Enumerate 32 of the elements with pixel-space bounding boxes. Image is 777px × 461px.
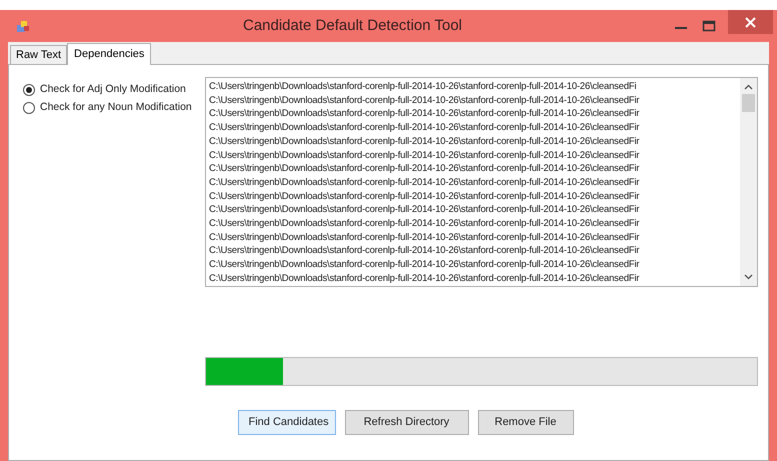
radio-button[interactable] xyxy=(23,102,35,114)
file-path-item[interactable]: C:\Users\tringenb\Downloads\stanford-corenlp-full-2014-10-26\stanford-corenlp-full-2014-10-26\cleansedFir xyxy=(209,121,740,135)
tab[interactable]: Raw Text xyxy=(10,45,68,64)
scrollbar[interactable] xyxy=(740,78,757,286)
tab[interactable]: Dependencies xyxy=(67,43,152,65)
action-button[interactable]: Find Candidates xyxy=(238,410,336,435)
file-path-item[interactable]: C:\Users\tringenb\Downloads\stanford-corenlp-full-2014-10-26\stanford-corenlp-full-2014-10-26\cleansedFi xyxy=(209,80,740,94)
file-path-item[interactable]: C:\Users\tringenb\Downloads\stanford-corenlp-full-2014-10-26\stanford-corenlp-full-2014-10-26\cleansedFir xyxy=(209,190,740,204)
file-path-item[interactable]: C:\Users\tringenb\Downloads\stanford-corenlp-full-2014-10-26\stanford-corenlp-full-2014-10-26\cleansedFir xyxy=(209,272,740,286)
file-path-item[interactable]: C:\Users\tringenb\Downloads\stanford-corenlp-full-2014-10-26\stanford-corenlp-full-2014-10-26\cleansedFir xyxy=(209,134,740,149)
file-path-item[interactable]: C:\Users\tringenb\Downloads\stanford-corenlp-full-2014-10-26\stanford-corenlp-full-2014-10-26\cleansedFir xyxy=(209,176,740,190)
action-button[interactable]: Refresh Directory xyxy=(344,410,468,435)
scroll-thumb[interactable] xyxy=(742,94,755,112)
file-path-item[interactable]: C:\Users\tringenb\Downloads\stanford-corenlp-full-2014-10-26\stanford-corenlp-full-2014-10-26\cleansedFir xyxy=(209,94,740,108)
file-path-item[interactable]: C:\Users\tringenb\Downloads\stanford-corenlp-full-2014-10-26\stanford-corenlp-full-2014-10-26\cleansedFir xyxy=(209,244,740,258)
file-path-item[interactable]: C:\Users\tringenb\Downloads\stanford-corenlp-full-2014-10-26\stanford-corenlp-full-2014-10-26\cleansedFir xyxy=(209,162,740,176)
file-path-item[interactable]: C:\Users\tringenb\Downloads\stanford-corenlp-full-2014-10-26\stanford-corenlp-full-2014-10-26\cleansedFir xyxy=(209,258,740,272)
file-path-item[interactable]: C:\Users\tringenb\Downloads\stanford-corenlp-full-2014-10-26\stanford-corenlp-full-2014-10-26\cleansedFir xyxy=(209,107,740,122)
scroll-up-icon[interactable] xyxy=(744,83,753,91)
app-icon xyxy=(15,18,31,34)
close-icon[interactable] xyxy=(728,10,773,34)
file-path-item[interactable]: C:\Users\tringenb\Downloads\stanford-corenlp-full-2014-10-26\stanford-corenlp-full-2014-10-26\cleansedFir xyxy=(209,217,740,231)
window-title: Candidate Default Detection Tool xyxy=(242,16,464,36)
file-path-item[interactable]: C:\Users\tringenb\Downloads\stanford-corenlp-full-2014-10-26\stanford-corenlp-full-2014-10-26\cleansedFir xyxy=(209,230,740,244)
maximize-icon[interactable] xyxy=(702,20,716,32)
scroll-down-icon[interactable] xyxy=(744,273,753,281)
file-path-item[interactable]: C:\Users\tringenb\Downloads\stanford-corenlp-full-2014-10-26\stanford-corenlp-full-2014-10-26\cleansedFir xyxy=(209,148,740,162)
action-button[interactable]: Remove File xyxy=(478,410,574,435)
radio-label[interactable]: Check for any Noun Modification xyxy=(40,100,192,116)
radio-button[interactable] xyxy=(23,84,35,96)
file-path-item[interactable]: C:\Users\tringenb\Downloads\stanford-corenlp-full-2014-10-26\stanford-corenlp-full-2014-10-26\cleansedFir xyxy=(209,203,740,218)
radio-label[interactable]: Check for Adj Only Modification xyxy=(40,82,186,98)
